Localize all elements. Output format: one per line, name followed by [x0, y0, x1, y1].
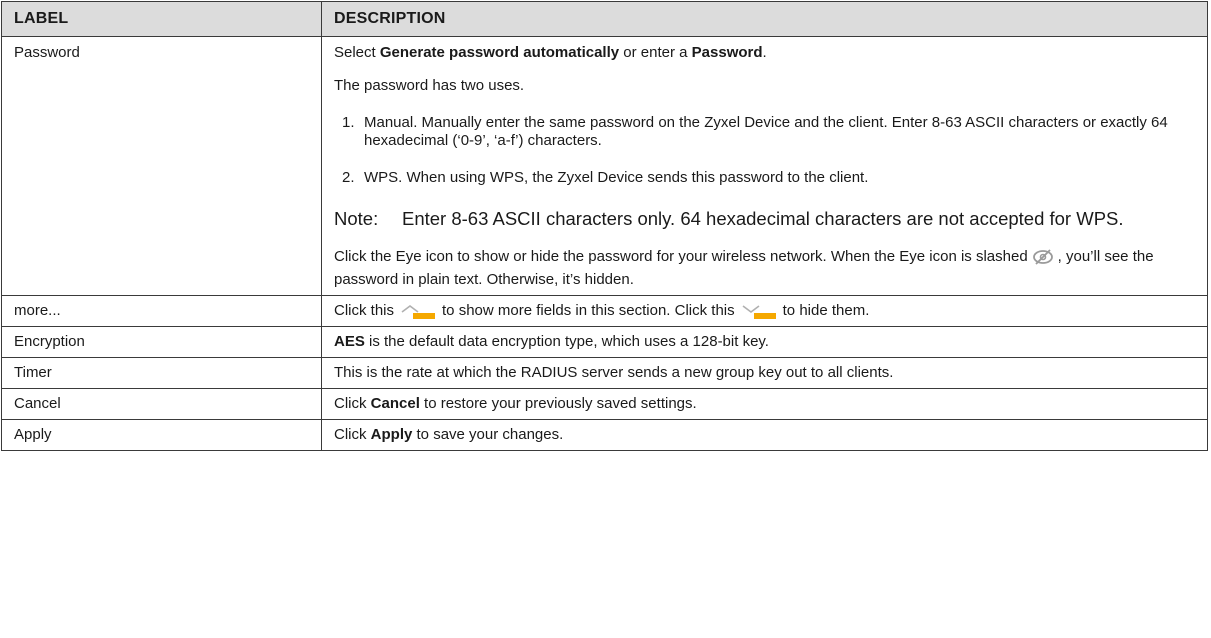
row-label: Apply — [1, 419, 322, 451]
row-label: Encryption — [1, 326, 322, 358]
table-row-more: more... Click this to show more fields in… — [1, 295, 1208, 327]
table-row-password: Password Select Generate password automa… — [1, 36, 1208, 296]
settings-description-table: LABEL DESCRIPTION Password Select Genera… — [1, 1, 1208, 451]
list-item: 2. WPS. When using WPS, the Zyxel Device… — [342, 169, 869, 186]
eye-slashed-icon — [1032, 248, 1054, 271]
password-select-text: Select Generate password automatically o… — [334, 44, 767, 61]
row-description: Click this to show more fields in this se… — [321, 295, 1208, 327]
table-row-cancel: Cancel Click Cancel to restore your prev… — [1, 388, 1208, 420]
row-description: Select Generate password automatically o… — [321, 36, 1208, 296]
row-description: Click Cancel to restore your previously … — [321, 388, 1208, 420]
row-label: Cancel — [1, 388, 322, 420]
note-block: Note: Enter 8-63 ASCII characters only. … — [334, 208, 1124, 229]
list-item: 1. Manual. Manually enter the same passw… — [342, 114, 1168, 149]
password-uses-text: The password has two uses. — [334, 77, 525, 94]
chevron-down-icon — [739, 302, 779, 325]
row-description: Click Apply to save your changes. — [321, 419, 1208, 451]
row-label: more... — [1, 295, 322, 327]
table-row-encryption: Encryption AES is the default data encry… — [1, 326, 1208, 358]
table-row-timer: Timer This is the rate at which the RADI… — [1, 357, 1208, 389]
eye-icon-text: Click the Eye icon to show or hide the p… — [334, 248, 1154, 288]
table-row-apply: Apply Click Apply to save your changes. — [1, 419, 1208, 451]
row-description: AES is the default data encryption type,… — [321, 326, 1208, 358]
row-label: Password — [1, 36, 322, 296]
table-header-row: LABEL DESCRIPTION — [1, 1, 1208, 37]
row-label: Timer — [1, 357, 322, 389]
description-column-header: DESCRIPTION — [321, 1, 1208, 37]
row-description: This is the rate at which the RADIUS ser… — [321, 357, 1208, 389]
label-column-header: LABEL — [1, 1, 322, 37]
chevron-up-icon — [398, 302, 438, 325]
